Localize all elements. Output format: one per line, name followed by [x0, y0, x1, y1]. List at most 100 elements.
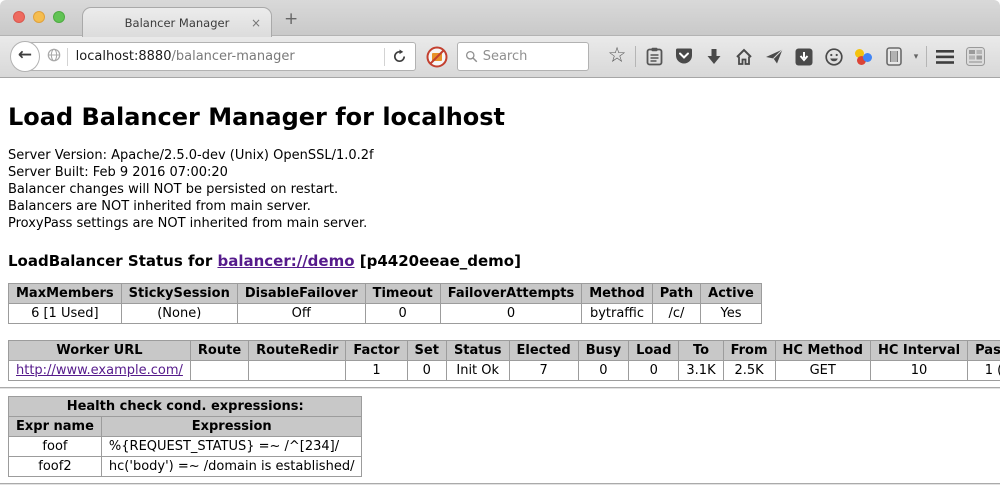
col-status: Status — [446, 341, 509, 361]
col-hc-interval: HC Interval — [870, 341, 967, 361]
window-controls — [13, 11, 65, 23]
download-panel-icon[interactable] — [789, 44, 819, 70]
site-identity-globe-icon[interactable] — [47, 48, 61, 66]
reload-icon[interactable] — [392, 49, 407, 64]
status-prefix: LoadBalancer Status for — [8, 252, 217, 270]
col-set: Set — [407, 341, 446, 361]
home-icon[interactable] — [729, 44, 759, 70]
zoom-window-button[interactable] — [53, 11, 65, 23]
col-route: Route — [190, 341, 248, 361]
col-maxmembers: MaxMembers — [9, 284, 122, 304]
tab-title: Balancer Manager — [125, 16, 230, 30]
url-domain: localhost:8880 — [76, 49, 172, 64]
url-bar[interactable]: localhost:8880 /balancer-manager — [24, 42, 416, 71]
menu-hamburger-icon[interactable] — [930, 44, 960, 70]
server-built-line: Server Built: Feb 9 2016 07:00:20 — [8, 164, 992, 181]
cell-elected: 7 — [509, 361, 578, 381]
send-plane-icon[interactable] — [759, 44, 789, 70]
cell-factor: 1 — [346, 361, 407, 381]
col-method: Method — [582, 284, 652, 304]
download-arrow-icon[interactable] — [699, 44, 729, 70]
cell-active: Yes — [701, 304, 762, 324]
cell-maxmembers: 6 [1 Used] — [9, 304, 122, 324]
balancer-settings-table: MaxMembers StickySession DisableFailover… — [8, 283, 762, 324]
cell-expr-name-foof: foof — [9, 437, 102, 457]
health-check-expressions-table: Health check cond. expressions: Expr nam… — [8, 396, 362, 477]
col-load: Load — [629, 341, 679, 361]
health-title-row: Health check cond. expressions: — [9, 397, 362, 417]
feedback-smiley-icon[interactable] — [819, 44, 849, 70]
search-icon — [465, 50, 478, 63]
server-info: Server Version: Apache/2.5.0-dev (Unix) … — [8, 147, 992, 232]
cell-timeout: 0 — [365, 304, 440, 324]
col-timeout: Timeout — [365, 284, 440, 304]
cell-method: bytraffic — [582, 304, 652, 324]
cell-path: /c/ — [652, 304, 700, 324]
tab-close-icon[interactable]: × — [251, 16, 261, 30]
cell-stickysession: (None) — [121, 304, 237, 324]
balancer-header-row: MaxMembers StickySession DisableFailover… — [9, 284, 762, 304]
tab-balancer-manager[interactable]: Balancer Manager × — [82, 7, 272, 37]
page-title: Load Balancer Manager for localhost — [8, 78, 992, 131]
cell-route — [190, 361, 248, 381]
proxypass-notice-line: ProxyPass settings are NOT inherited fro… — [8, 215, 992, 232]
minimize-window-button[interactable] — [33, 11, 45, 23]
health-table-title: Health check cond. expressions: — [9, 397, 362, 417]
cell-passes: 1 (0) — [968, 361, 1000, 381]
cell-routeredir — [249, 361, 346, 381]
col-routeredir: RouteRedir — [249, 341, 346, 361]
chevron-down-icon[interactable]: ▾ — [909, 44, 923, 70]
col-to: To — [679, 341, 723, 361]
new-tab-button[interactable]: + — [284, 9, 298, 29]
colored-dots-extension-icon[interactable] — [849, 44, 879, 70]
server-version-line: Server Version: Apache/2.5.0-dev (Unix) … — [8, 147, 992, 164]
close-window-button[interactable] — [13, 11, 25, 23]
browser-window: Balancer Manager × + ← localhost:8880 /b… — [0, 0, 1000, 491]
health-row-foof2: foof2 hc('body') =~ /domain is establish… — [9, 457, 362, 477]
col-expr-name: Expr name — [9, 417, 102, 437]
col-expression: Expression — [101, 417, 362, 437]
col-path: Path — [652, 284, 700, 304]
cell-busy: 0 — [578, 361, 628, 381]
bookmark-star-icon[interactable]: ☆ — [602, 44, 632, 70]
col-active: Active — [701, 284, 762, 304]
inherit-notice-line: Balancers are NOT inherited from main se… — [8, 198, 992, 215]
health-row-foof: foof %{REQUEST_STATUS} =~ /^[234]/ — [9, 437, 362, 457]
balancer-demo-link[interactable]: balancer://demo — [217, 252, 354, 270]
clipboard-icon[interactable] — [639, 44, 669, 70]
search-bar[interactable] — [457, 42, 589, 71]
page-content: Load Balancer Manager for localhost Serv… — [0, 78, 1000, 485]
health-header-row: Expr name Expression — [9, 417, 362, 437]
worker-header-row: Worker URL Route RouteRedir Factor Set S… — [9, 341, 1000, 361]
col-worker-url: Worker URL — [9, 341, 191, 361]
cell-status: Init Ok — [446, 361, 509, 381]
toolbar-divider — [635, 46, 636, 67]
pocket-icon[interactable] — [669, 44, 699, 70]
cell-failoverattempts: 0 — [440, 304, 582, 324]
search-input[interactable] — [483, 49, 581, 64]
status-suffix: [p4420eeae_demo] — [355, 252, 521, 270]
cell-expression-foof2: hc('body') =~ /domain is established/ — [101, 457, 362, 477]
back-button[interactable]: ← — [10, 41, 40, 72]
toolbar-divider — [926, 46, 927, 67]
loadbalancer-status-heading: LoadBalancer Status for balancer://demo … — [8, 252, 992, 270]
col-factor: Factor — [346, 341, 407, 361]
worker-values-row: http://www.example.com/ 1 0 Init Ok 7 0 … — [9, 361, 1000, 381]
section-divider — [0, 387, 1000, 389]
toolbar-icons: ☆ — [602, 44, 990, 70]
cell-load: 0 — [629, 361, 679, 381]
back-arrow-icon: ← — [18, 47, 32, 64]
worker-url-link[interactable]: http://www.example.com/ — [16, 363, 183, 378]
tab-groups-grid-icon[interactable] — [960, 44, 990, 70]
page-bottom-divider — [0, 483, 1000, 485]
plugin-block-icon[interactable] — [426, 46, 448, 68]
col-disablefailover: DisableFailover — [237, 284, 365, 304]
col-failoverattempts: FailoverAttempts — [440, 284, 582, 304]
cell-set: 0 — [407, 361, 446, 381]
url-path: /balancer-manager — [171, 49, 294, 64]
cell-from: 2.5K — [723, 361, 775, 381]
notebook-extension-icon[interactable] — [879, 44, 909, 70]
col-from: From — [723, 341, 775, 361]
col-elected: Elected — [509, 341, 578, 361]
cell-expression-foof: %{REQUEST_STATUS} =~ /^[234]/ — [101, 437, 362, 457]
